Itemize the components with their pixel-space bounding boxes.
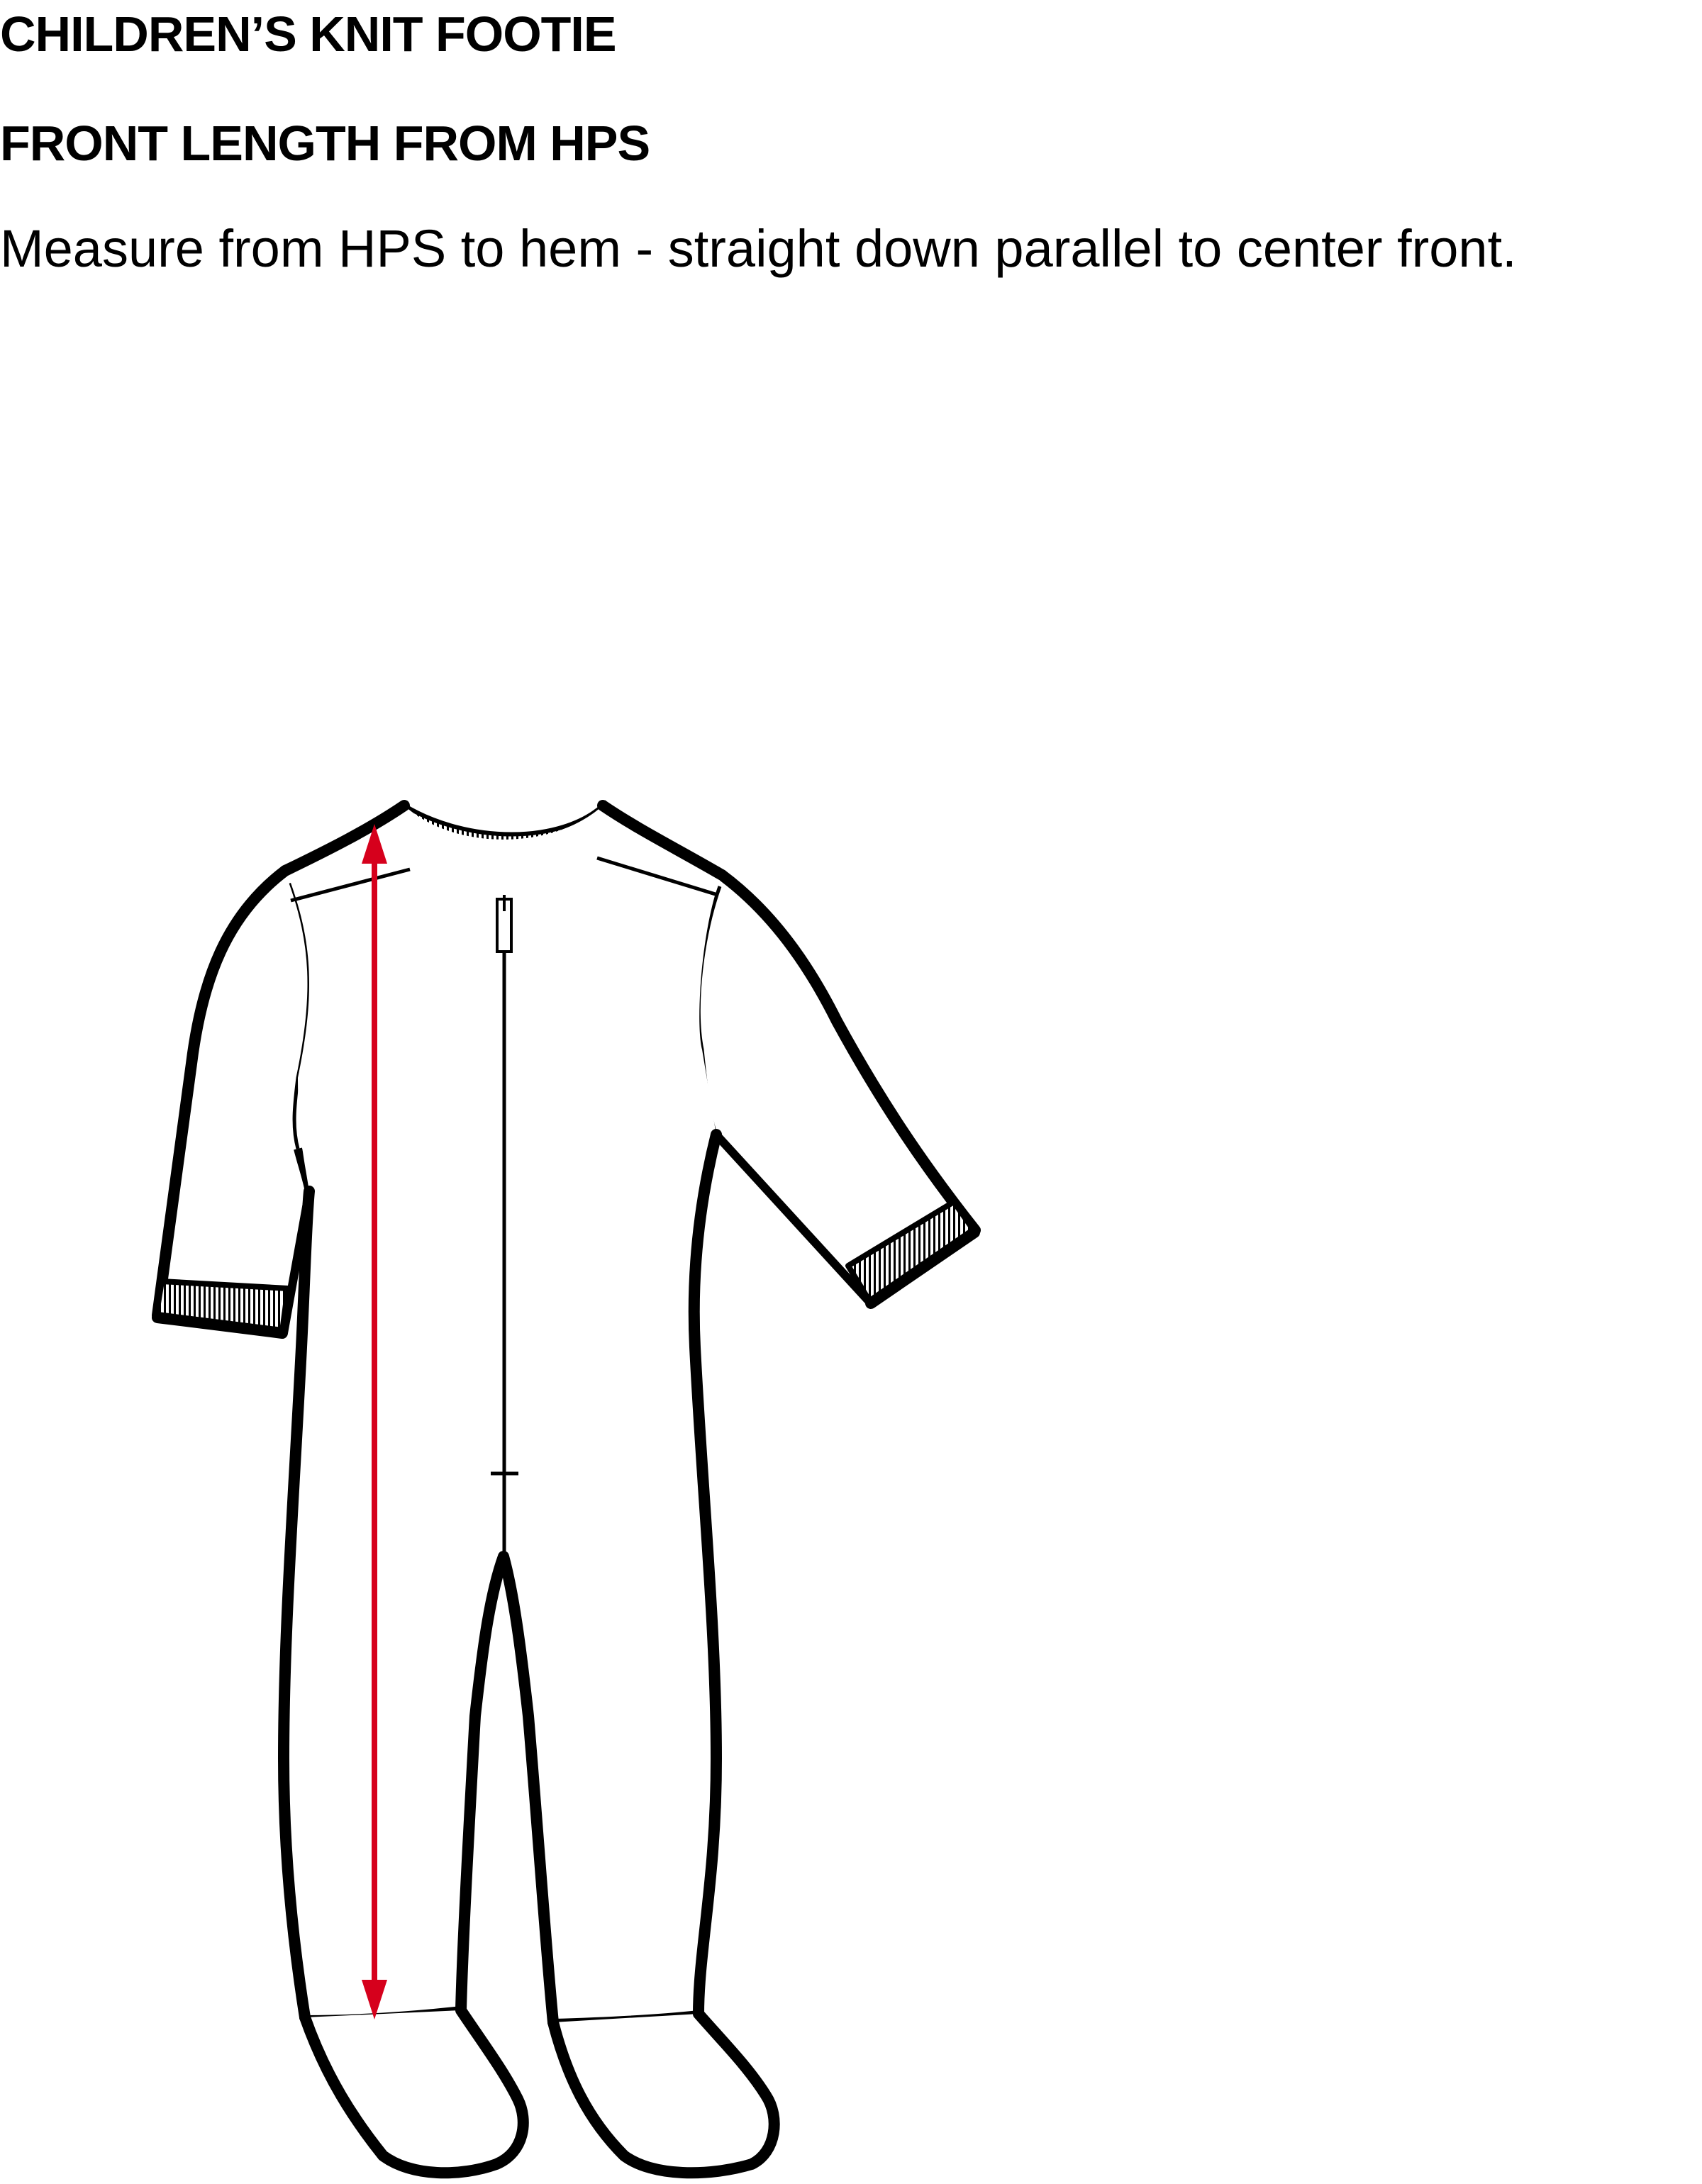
footie-diagram	[152, 800, 981, 2179]
left-sleeve	[152, 865, 313, 1335]
right-foot	[547, 2008, 780, 2179]
left-cuff	[152, 1278, 291, 1339]
left-foot	[299, 2005, 529, 2179]
